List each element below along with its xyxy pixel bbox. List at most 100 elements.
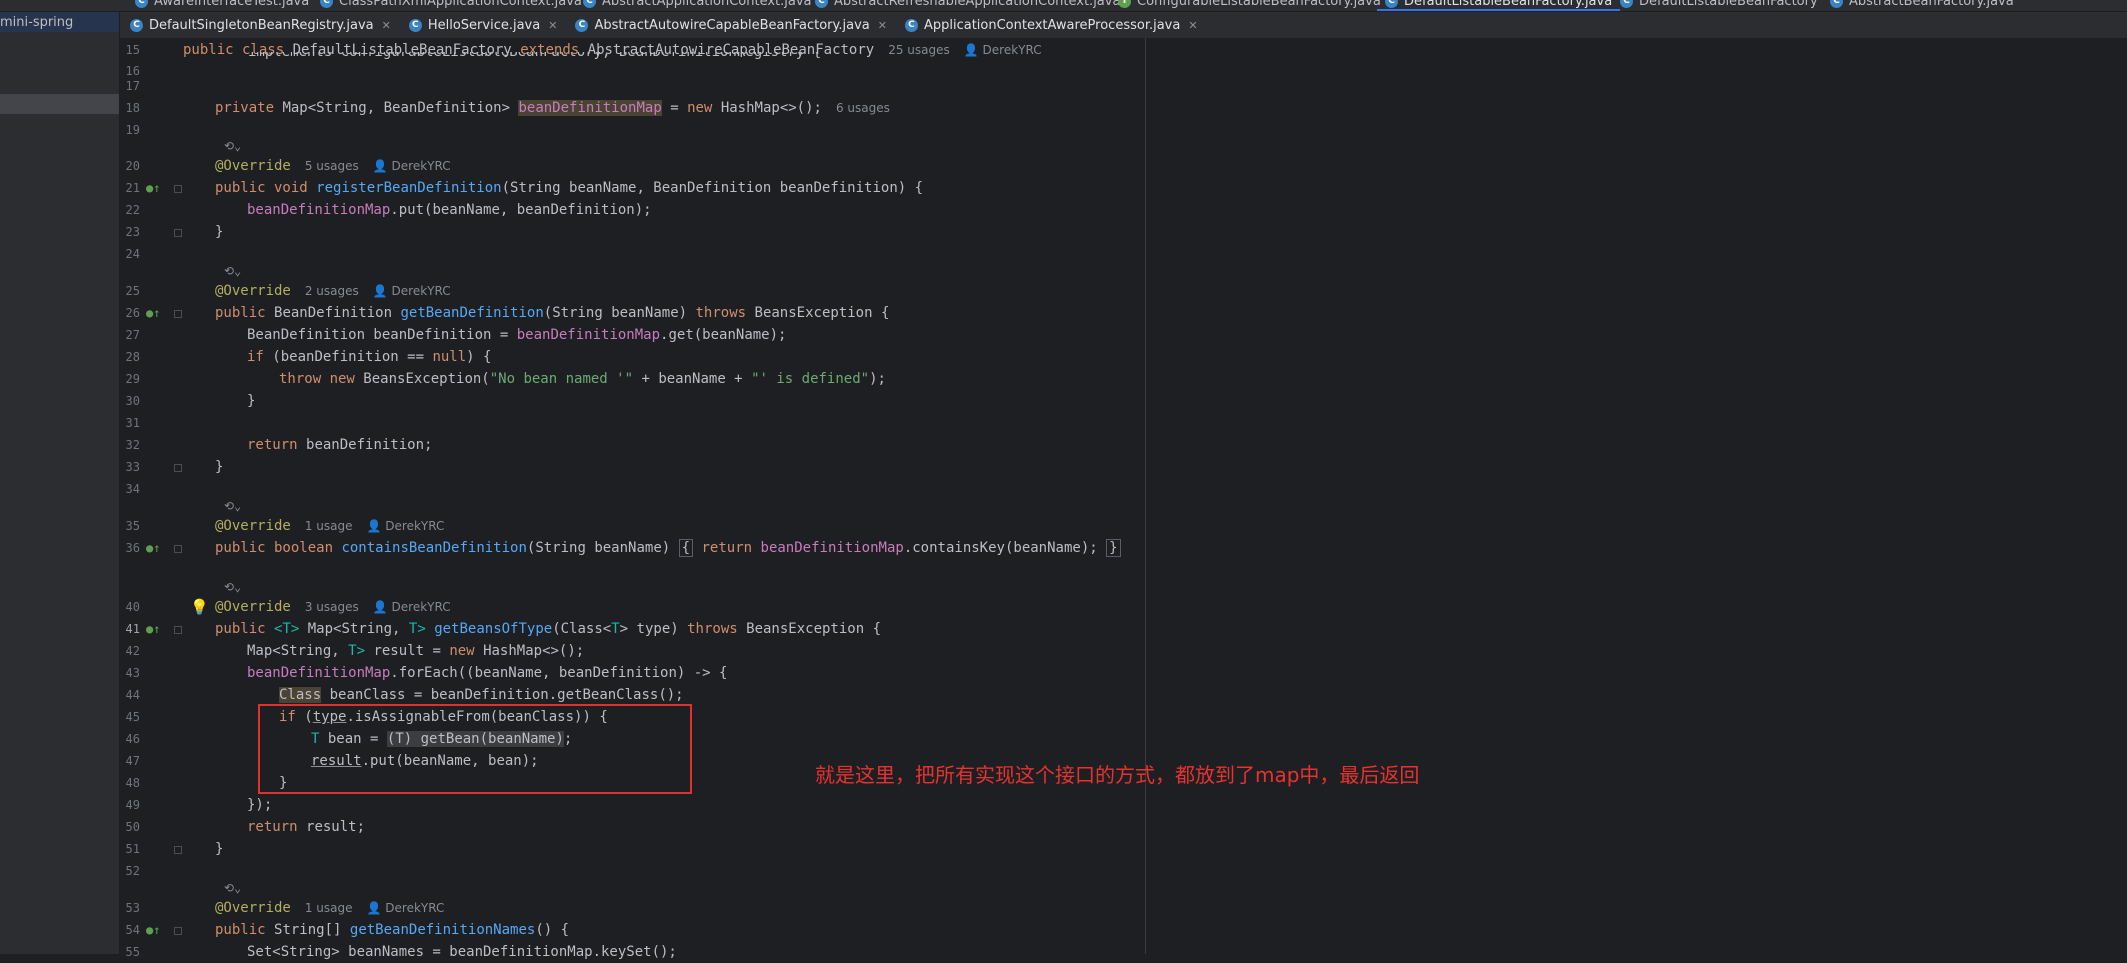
class-icon: C: [408, 18, 422, 32]
override-gutter-icon[interactable]: ●↑: [146, 919, 160, 941]
tab-default-singleton-bean-registry[interactable]: C DefaultSingletonBeanRegistry.java ✕: [120, 12, 399, 38]
code-line: public void registerBeanDefinition(Strin…: [215, 180, 924, 196]
close-icon[interactable]: ✕: [382, 19, 391, 32]
close-icon[interactable]: ✕: [878, 19, 887, 32]
highlight-box: [258, 704, 692, 794]
tab-hello-service[interactable]: C HelloService.java ✕: [399, 12, 566, 38]
line-number: 29: [125, 372, 140, 386]
top-tab[interactable]: C ClassPathXmlApplicationContext.java: [320, 0, 582, 11]
line-number: 47: [125, 754, 140, 768]
code-line: public <T> Map<String, T> getBeansOfType…: [215, 621, 881, 637]
override-gutter-icon[interactable]: ●↑: [146, 618, 160, 640]
line-number: 25: [125, 284, 140, 298]
line-number: 53: [125, 901, 140, 915]
line-number: 30: [125, 394, 140, 408]
code-line: beanDefinitionMap.put(beanName, beanDefi…: [247, 202, 652, 218]
project-sidebar: mini-spring: [0, 12, 120, 954]
line-number: 19: [125, 123, 140, 137]
right-margin-guide: [1145, 38, 1146, 954]
code-line: @Override 2 usages 👤 DerekYRC: [215, 283, 451, 299]
class-icon: C: [135, 0, 148, 8]
fold-toggle-icon[interactable]: [174, 927, 182, 935]
top-tab[interactable]: I ConfigurableListableBeanFactory.java: [1118, 0, 1381, 11]
selected-tree-row[interactable]: [0, 94, 119, 114]
top-tab[interactable]: C AbstractApplicationContext.java: [583, 0, 812, 11]
code-line: public BeanDefinition getBeanDefinition(…: [215, 305, 890, 321]
editor-tab-bar: C DefaultSingletonBeanRegistry.java ✕ C Hel…: [120, 12, 2127, 39]
interface-icon: I: [1118, 0, 1131, 8]
top-tab[interactable]: C DefaultListableBeanFactory: [1620, 0, 1818, 11]
tab-application-context-aware-processor[interactable]: C ApplicationContextAwareProcessor.java ✕: [895, 12, 1206, 38]
code-line: @Override 1 usage 👤 DerekYRC: [215, 900, 445, 916]
class-icon: C: [320, 0, 333, 8]
code-line: beanDefinitionMap.forEach((beanName, bea…: [247, 665, 728, 681]
fold-toggle-icon[interactable]: [174, 846, 182, 854]
line-number: 17: [125, 79, 140, 93]
code-line: }: [215, 841, 224, 857]
line-number: 26: [125, 306, 140, 320]
fold-toggle-icon[interactable]: [174, 310, 182, 318]
lightbulb-icon[interactable]: 💡: [190, 596, 209, 618]
code-line: Class beanClass = beanDefinition.getBean…: [279, 687, 684, 703]
line-number: 35: [125, 519, 140, 533]
fold-toggle-icon[interactable]: [174, 229, 182, 237]
line-number: 51: [125, 842, 140, 856]
line-number: 43: [125, 666, 140, 680]
line-number: 27: [125, 328, 140, 342]
project-root-item[interactable]: mini-spring: [0, 12, 119, 32]
inlay-icon[interactable]: ⟲⌄: [224, 135, 241, 157]
line-number: 40: [125, 600, 140, 614]
code-line: Set<String> beanNames = beanDefinitionMa…: [247, 944, 677, 960]
top-tab[interactable]: C AbstractBeanFactory.java: [1830, 0, 2014, 11]
class-icon: C: [1830, 0, 1843, 8]
line-number: 31: [125, 416, 140, 430]
line-number: 44: [125, 688, 140, 702]
code-line: }: [247, 393, 256, 409]
class-icon: C: [815, 0, 828, 8]
line-number: 54: [125, 923, 140, 937]
tab-abstract-autowire-capable-bean-factory[interactable]: C AbstractAutowireCapableBeanFactory.java…: [565, 12, 895, 38]
line-number: 46: [125, 732, 140, 746]
code-editor[interactable]: [180, 38, 2127, 954]
class-icon: C: [1385, 0, 1398, 8]
inlay-icon[interactable]: ⟲⌄: [224, 576, 241, 598]
code-line: public String[] getBeanDefinitionNames()…: [215, 922, 570, 938]
line-number: 41: [125, 622, 140, 636]
line-number: 33: [125, 460, 140, 474]
line-number: 48: [125, 776, 140, 790]
line-number: 42: [125, 644, 140, 658]
top-tab-active[interactable]: C DefaultListableBeanFactory.java: [1376, 0, 1621, 11]
top-tab[interactable]: C AwareInterfaceTest.java: [135, 0, 309, 11]
line-number: 21: [125, 181, 140, 195]
code-line: }: [215, 459, 224, 475]
annotation-note: 就是这里，把所有实现这个接口的方式，都放到了map中，最后返回: [815, 763, 1420, 787]
code-line: Map<String, T> result = new HashMap<>();: [247, 643, 585, 659]
override-gutter-icon[interactable]: ●↑: [146, 537, 160, 559]
line-number: 22: [125, 203, 140, 217]
code-line: @Override 1 usage 👤 DerekYRC: [215, 518, 445, 534]
close-icon[interactable]: ✕: [1188, 19, 1197, 32]
line-number: 15: [125, 43, 140, 57]
line-number: 55: [125, 945, 140, 959]
override-gutter-icon[interactable]: ●↑: [146, 177, 160, 199]
fold-toggle-icon[interactable]: [174, 545, 182, 553]
inlay-icon[interactable]: ⟲⌄: [224, 495, 241, 517]
line-number: 32: [125, 438, 140, 452]
class-icon: C: [130, 18, 143, 32]
code-line: @Override 3 usages 👤 DerekYRC: [215, 599, 451, 615]
fold-toggle-icon[interactable]: [174, 185, 182, 193]
class-icon: C: [583, 0, 596, 8]
code-line: if (beanDefinition == null) {: [247, 349, 492, 365]
code-line: BeanDefinition beanDefinition = beanDefi…: [247, 327, 787, 343]
line-number: 50: [125, 820, 140, 834]
author-hint: 👤 DerekYRC: [963, 43, 1042, 57]
code-line: throw new BeansException("No bean named …: [279, 371, 886, 387]
fold-toggle-icon[interactable]: [174, 464, 182, 472]
top-tab[interactable]: C AbstractRefreshableApplicationContext.j…: [815, 0, 1120, 11]
override-gutter-icon[interactable]: ●↑: [146, 302, 160, 324]
inlay-icon[interactable]: ⟲⌄: [224, 877, 241, 899]
inlay-icon[interactable]: ⟲⌄: [224, 260, 241, 282]
fold-toggle-icon[interactable]: [174, 626, 182, 634]
close-icon[interactable]: ✕: [548, 19, 557, 32]
class-icon: C: [904, 18, 918, 32]
